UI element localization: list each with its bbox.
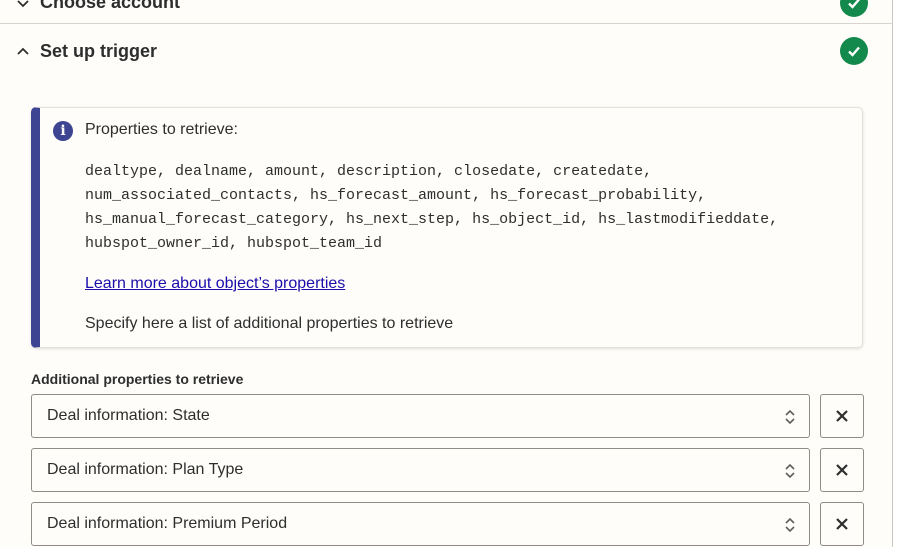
up-down-chevron-icon: [785, 517, 795, 533]
info-icon: i: [53, 121, 73, 141]
info-note: Specify here a list of additional proper…: [85, 315, 454, 332]
check-circle-icon: [840, 0, 868, 17]
field-label: Additional properties to retrieve: [31, 371, 244, 387]
select-value: Deal information: Plan Type: [47, 461, 244, 478]
property-row: Deal information: Plan Type: [31, 448, 864, 492]
section-set-up-trigger[interactable]: Set up trigger: [0, 28, 893, 74]
info-callout: i Properties to retrieve: dealtype, deal…: [31, 107, 863, 348]
close-icon: [836, 518, 848, 530]
property-row: Deal information: State: [31, 394, 864, 438]
section-choose-account[interactable]: Choose account: [0, 0, 893, 24]
properties-list: dealtype, dealname, amount, description,…: [85, 163, 779, 252]
remove-property-button[interactable]: [820, 394, 864, 438]
property-select[interactable]: Deal information: Plan Type: [31, 448, 810, 492]
property-row: Deal information: Premium Period: [31, 502, 864, 546]
step-panel: Choose account Set up trigger i Properti…: [0, 0, 893, 547]
check-circle-icon: [840, 37, 868, 65]
info-title: Properties to retrieve:: [85, 121, 238, 138]
remove-property-button[interactable]: [820, 502, 864, 546]
remove-property-button[interactable]: [820, 448, 864, 492]
section-title: Choose account: [40, 0, 181, 12]
property-select[interactable]: Deal information: State: [31, 394, 810, 438]
select-value: Deal information: Premium Period: [47, 515, 288, 532]
up-down-chevron-icon: [785, 463, 795, 479]
chevron-down-icon: [17, 0, 29, 7]
learn-more-link[interactable]: Learn more about object’s properties: [85, 275, 345, 293]
property-select[interactable]: Deal information: Premium Period: [31, 502, 810, 546]
section-title: Set up trigger: [40, 40, 158, 61]
close-icon: [836, 410, 848, 422]
chevron-up-icon: [17, 47, 29, 55]
select-value: Deal information: State: [47, 407, 210, 424]
up-down-chevron-icon: [785, 409, 795, 425]
close-icon: [836, 464, 848, 476]
